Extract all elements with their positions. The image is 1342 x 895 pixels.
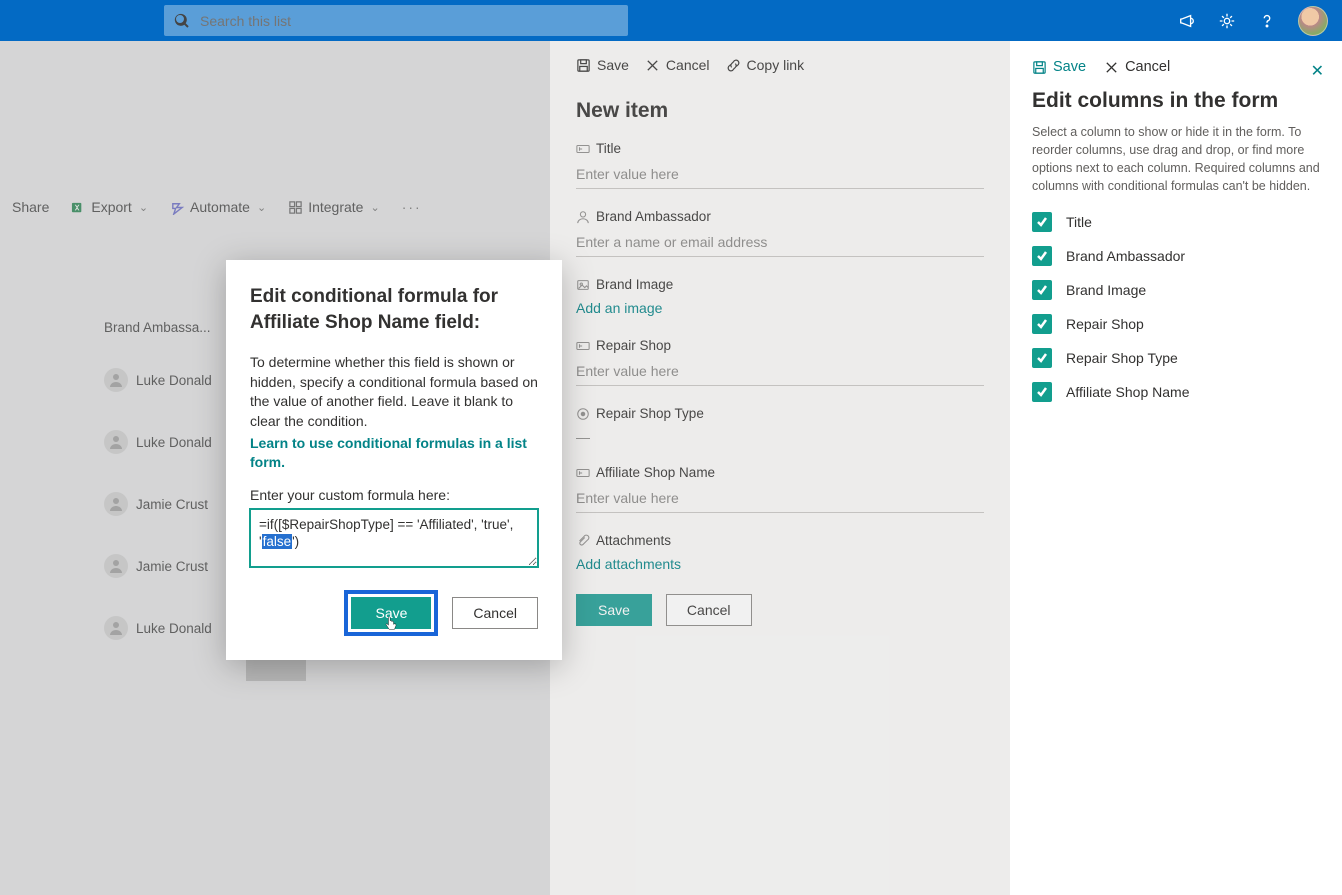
search-icon <box>174 13 190 29</box>
row-name: Luke Donald <box>136 435 212 450</box>
field-repair-shop: Repair Shop <box>576 338 984 386</box>
pill-tag <box>246 659 306 681</box>
image-icon <box>576 278 590 292</box>
column-item-repair-shop-type[interactable]: Repair Shop Type <box>1032 348 1320 368</box>
person-icon <box>104 616 128 640</box>
top-bar <box>0 0 1342 41</box>
row-name: Jamie Crust <box>136 559 208 574</box>
row-name: Luke Donald <box>136 373 212 388</box>
edit-panel-cancel-button[interactable]: Cancel <box>1104 59 1170 75</box>
column-item-affiliate-shop-name[interactable]: Affiliate Shop Name <box>1032 382 1320 402</box>
person-icon <box>104 492 128 516</box>
learn-more-link[interactable]: Learn to use conditional formulas in a l… <box>250 434 538 473</box>
search-input[interactable] <box>200 13 618 29</box>
user-avatar[interactable] <box>1298 6 1328 36</box>
command-bar: Share Export⌄ Automate⌄ Integrate⌄ ··· <box>0 195 426 219</box>
field-title: Title <box>576 141 984 189</box>
top-right-actions <box>1178 6 1328 36</box>
new-item-panel: Save Cancel Copy link New item Title Bra… <box>550 41 1010 895</box>
column-item-repair-shop[interactable]: Repair Shop <box>1032 314 1320 334</box>
help-icon[interactable] <box>1258 12 1276 30</box>
formula-label: Enter your custom formula here: <box>250 487 538 503</box>
export-button[interactable]: Export⌄ <box>67 195 152 219</box>
person-icon <box>576 210 590 224</box>
attachment-icon <box>576 534 590 548</box>
choice-icon <box>576 407 590 421</box>
field-attachments: Attachments Add attachments <box>576 533 984 574</box>
panel-save-button[interactable]: Save <box>576 57 629 73</box>
add-attachments-link[interactable]: Add attachments <box>576 554 681 572</box>
share-button[interactable]: Share <box>8 195 53 219</box>
repair-shop-type-value[interactable]: — <box>576 427 984 445</box>
column-checklist: Title Brand Ambassador Brand Image Repai… <box>1032 212 1320 402</box>
person-icon <box>104 430 128 454</box>
title-input[interactable] <box>576 162 984 189</box>
cursor-pointer-icon <box>383 615 400 635</box>
integrate-button[interactable]: Integrate⌄ <box>284 195 383 219</box>
field-brand-image: Brand Image Add an image <box>576 277 984 318</box>
column-item-title[interactable]: Title <box>1032 212 1320 232</box>
checkbox-icon[interactable] <box>1032 348 1052 368</box>
tutorial-highlight: Save <box>344 590 438 636</box>
text-field-icon <box>576 339 590 353</box>
close-icon[interactable]: ✕ <box>1311 61 1324 81</box>
panel-save-footer-button[interactable]: Save <box>576 594 652 626</box>
person-icon <box>104 554 128 578</box>
megaphone-icon[interactable] <box>1178 12 1196 30</box>
modal-save-button[interactable]: Save <box>351 597 431 629</box>
checkbox-icon[interactable] <box>1032 246 1052 266</box>
row-name: Luke Donald <box>136 621 212 636</box>
column-item-brand-image[interactable]: Brand Image <box>1032 280 1320 300</box>
panel-footer-buttons: Save Cancel <box>576 594 984 626</box>
modal-body-text: To determine whether this field is shown… <box>250 353 538 431</box>
checkbox-icon[interactable] <box>1032 382 1052 402</box>
edit-panel-description: Select a column to show or hide it in th… <box>1032 123 1320 196</box>
modal-title: Edit conditional formula for Affiliate S… <box>250 284 538 335</box>
search-box[interactable] <box>164 5 628 36</box>
edit-columns-panel: Save Cancel ✕ Edit columns in the form S… <box>1010 41 1342 895</box>
edit-panel-save-button[interactable]: Save <box>1032 59 1086 75</box>
affiliate-shop-input[interactable] <box>576 486 984 513</box>
panel-action-bar: Save Cancel Copy link <box>576 57 984 73</box>
conditional-formula-modal: Edit conditional formula for Affiliate S… <box>226 260 562 660</box>
text-field-icon <box>576 466 590 480</box>
modal-cancel-button[interactable]: Cancel <box>452 597 538 629</box>
repair-shop-input[interactable] <box>576 359 984 386</box>
formula-textarea[interactable] <box>250 509 538 567</box>
automate-button[interactable]: Automate⌄ <box>166 195 270 219</box>
more-actions-button[interactable]: ··· <box>398 195 426 219</box>
panel-title: New item <box>576 99 984 123</box>
panel-cancel-button[interactable]: Cancel <box>645 57 710 73</box>
row-name: Jamie Crust <box>136 497 208 512</box>
edit-panel-title: Edit columns in the form <box>1032 89 1320 113</box>
column-item-brand-ambassador[interactable]: Brand Ambassador <box>1032 246 1320 266</box>
gear-icon[interactable] <box>1218 12 1236 30</box>
field-affiliate-shop-name: Affiliate Shop Name <box>576 465 984 513</box>
add-image-link[interactable]: Add an image <box>576 298 662 316</box>
checkbox-icon[interactable] <box>1032 280 1052 300</box>
field-repair-shop-type: Repair Shop Type — <box>576 406 984 445</box>
checkbox-icon[interactable] <box>1032 314 1052 334</box>
field-brand-ambassador: Brand Ambassador <box>576 209 984 257</box>
copy-link-button[interactable]: Copy link <box>726 57 805 73</box>
checkbox-icon[interactable] <box>1032 212 1052 232</box>
brand-ambassador-input[interactable] <box>576 230 984 257</box>
text-field-icon <box>576 142 590 156</box>
person-icon <box>104 368 128 392</box>
panel-cancel-footer-button[interactable]: Cancel <box>666 594 752 626</box>
